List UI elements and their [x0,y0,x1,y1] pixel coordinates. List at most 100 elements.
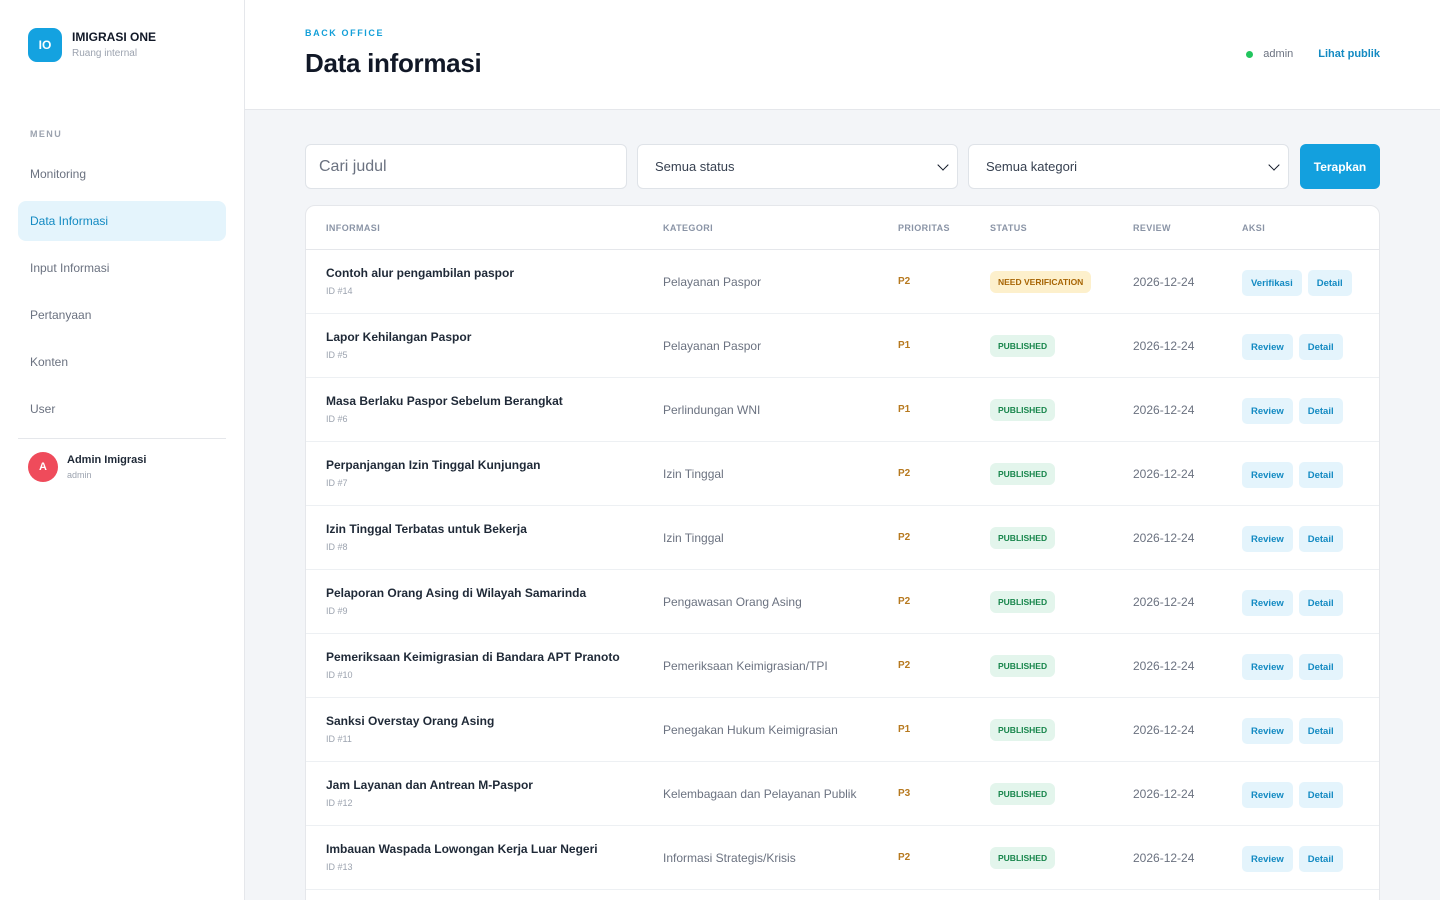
information-title: Pelaporan Orang Asing di Wilayah Samarin… [326,586,587,600]
review-button[interactable]: Review [1242,654,1293,680]
status-badge: NEED VERIFICATION [990,271,1092,293]
information-title: Masa Berlaku Paspor Sebelum Berangkat [326,394,563,408]
category-cell: Pelayanan Paspor [663,339,762,353]
sidebar: IO IMIGRASI ONE Ruang internal MENU Moni… [0,0,245,900]
detail-button[interactable]: Detail [1298,398,1343,424]
table-row: Pelaporan Orang Asing di Wilayah Samarin… [306,570,1379,634]
sidebar-item-konten[interactable]: Konten [18,342,226,382]
detail-button[interactable]: Detail [1298,782,1343,808]
table-row: Perpanjangan Izin Tinggal Kunjungan ID #7… [306,442,1379,506]
priority-cell: P2 [898,660,911,671]
information-id: ID #9 [326,606,348,616]
column-header-aksi: AKSI [1242,223,1266,233]
priority-cell: P2 [898,468,911,479]
row-actions: Review Detail [1242,526,1349,552]
priority-cell: P2 [898,596,911,607]
detail-button[interactable]: Detail [1298,718,1343,744]
column-header-informasi: INFORMASI [326,223,381,233]
category-select[interactable]: Semua kategori [968,144,1289,189]
table-row: Masa Berlaku Paspor Sebelum Berangkat ID … [306,378,1379,442]
category-cell: Informasi Strategis/Krisis [663,851,796,865]
information-title: Imbauan Waspada Lowongan Kerja Luar Nege… [326,842,598,856]
information-title: Lapor Kehilangan Paspor [326,330,472,344]
status-badge: PUBLISHED [990,655,1056,677]
review-date: 2026-12-24 [1133,659,1195,673]
search-input[interactable]: Cari judul [305,144,627,189]
sidebar-item-data-informasi[interactable]: Data Informasi [18,201,226,241]
detail-button[interactable]: Detail [1298,334,1343,360]
information-id: ID #11 [326,734,352,744]
information-table: INFORMASI KATEGORI PRIORITAS STATUS REVI… [305,205,1380,900]
status-badge: PUBLISHED [990,399,1056,421]
priority-cell: P3 [898,788,911,799]
review-button[interactable]: Review [1242,334,1293,360]
sidebar-item-user[interactable]: User [18,389,226,429]
review-button[interactable]: Review [1242,462,1293,488]
review-date: 2026-12-24 [1133,723,1195,737]
information-id: ID #7 [326,478,348,488]
column-header-prioritas: PRIORITAS [898,223,950,233]
review-button[interactable]: Review [1242,782,1293,808]
status-badge: PUBLISHED [990,335,1056,357]
review-date: 2026-12-24 [1133,787,1195,801]
detail-button[interactable]: Detail [1298,590,1343,616]
row-actions: Review Detail [1242,334,1349,360]
brand[interactable]: IO IMIGRASI ONE Ruang internal [28,28,156,62]
table-row: Contoh alur pengambilan paspor ID #14 Pela… [306,250,1379,314]
table-row: Sanksi Overstay Orang Asing ID #11 Penegak… [306,698,1379,762]
information-id: ID #8 [326,542,348,552]
information-title: Jam Layanan dan Antrean M-Paspor [326,778,533,792]
information-title: Sanksi Overstay Orang Asing [326,714,495,728]
brand-logo: IO [28,28,62,62]
user-name: Admin Imigrasi [67,453,147,466]
information-id: ID #13 [326,862,353,872]
apply-filter-button[interactable]: Terapkan [1300,144,1380,189]
sidebar-item-input-informasi[interactable]: Input Informasi [18,248,226,288]
page-eyebrow: BACK OFFICE [305,28,385,38]
filter-bar: Cari judul Semua status Semua kategori T… [305,144,1380,189]
row-actions: Review Detail [1242,590,1349,616]
detail-button[interactable]: Detail [1298,526,1343,552]
information-title: Pemeriksaan Keimigrasian di Bandara APT … [326,650,620,664]
detail-button[interactable]: Detail [1298,462,1343,488]
detail-button[interactable]: Detail [1298,654,1343,680]
information-id: ID #5 [326,350,348,360]
row-actions: Review Detail [1242,718,1349,744]
information-title: Izin Tinggal Terbatas untuk Bekerja [326,522,527,536]
detail-button[interactable]: Detail [1298,846,1343,872]
status-select-value: Semua status [655,159,735,174]
category-cell: Pelayanan Paspor [663,275,762,289]
row-actions: Review Detail [1242,398,1349,424]
column-header-review: REVIEW [1133,223,1171,233]
review-button[interactable]: Review [1242,590,1293,616]
category-select-value: Semua kategori [986,159,1078,174]
public-view-link[interactable]: Lihat publik [1318,48,1380,60]
review-button[interactable]: Review [1242,526,1293,552]
review-date: 2026-12-24 [1133,275,1195,289]
information-title: Perpanjangan Izin Tinggal Kunjungan [326,458,541,472]
brand-name: IMIGRASI ONE [72,30,157,44]
row-actions: Review Detail [1242,846,1349,872]
review-button[interactable]: Review [1242,718,1293,744]
category-cell: Penegakan Hukum Keimigrasian [663,723,838,737]
review-button[interactable]: Review [1242,846,1293,872]
row-actions: Verifikasi Detail [1242,270,1358,296]
sidebar-user[interactable]: A Admin Imigrasi admin [28,452,146,482]
review-date: 2026-12-24 [1133,595,1195,609]
status-select[interactable]: Semua status [637,144,958,189]
category-cell: Pengawasan Orang Asing [663,595,802,609]
information-title: Contoh alur pengambilan paspor [326,266,515,280]
sidebar-menu: Monitoring Data Informasi Input Informas… [18,154,226,436]
review-button[interactable]: Review [1242,398,1293,424]
sidebar-item-pertanyaan[interactable]: Pertanyaan [18,295,226,335]
verify-button[interactable]: Verifikasi [1242,270,1302,296]
page-title: Data informasi [305,48,482,78]
detail-button[interactable]: Detail [1307,270,1352,296]
user-role: admin [67,469,92,480]
priority-cell: P2 [898,532,911,543]
sidebar-item-monitoring[interactable]: Monitoring [18,154,226,194]
column-header-kategori: KATEGORI [663,223,714,233]
chevron-down-icon [937,158,949,171]
category-cell: Izin Tinggal [663,531,724,545]
row-actions: Review Detail [1242,462,1349,488]
